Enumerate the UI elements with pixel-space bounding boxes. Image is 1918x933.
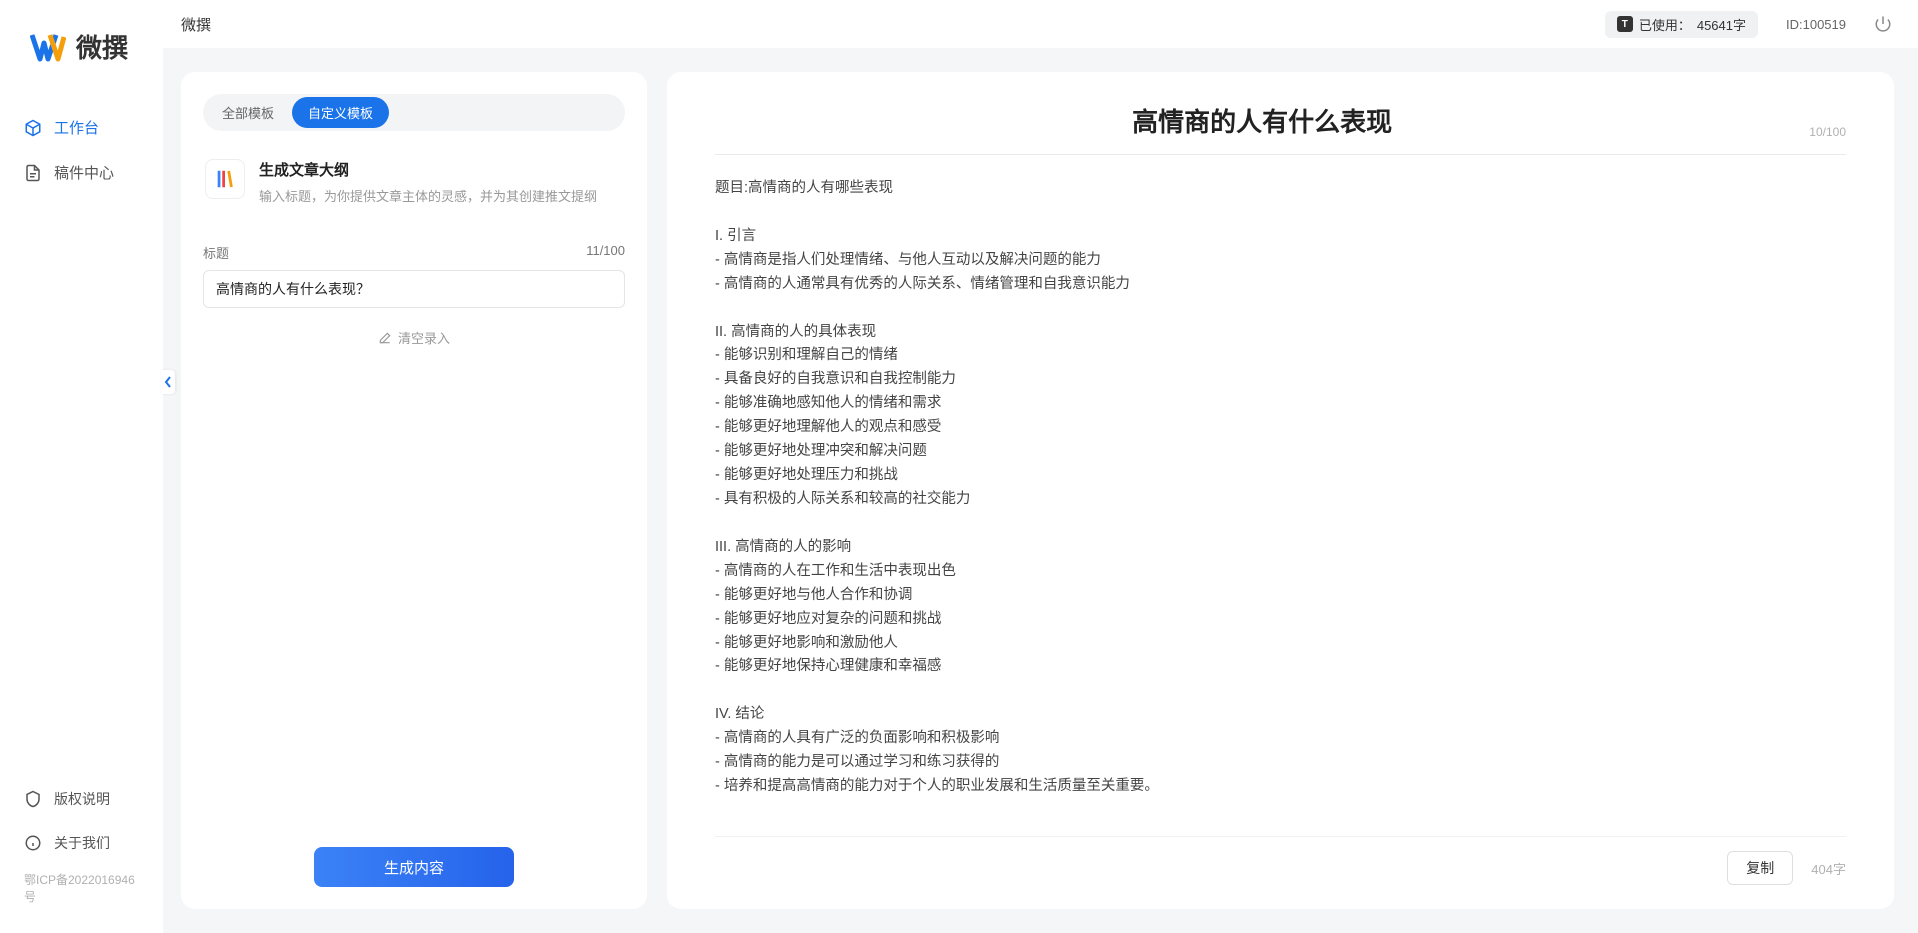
generate-footer: 生成内容 <box>203 827 625 887</box>
title-input[interactable] <box>203 270 625 308</box>
books-icon <box>214 168 236 190</box>
topbar-right: T 已使用： 45641字 ID:100519 <box>1605 11 1892 38</box>
usage-prefix: 已使用： <box>1639 15 1691 34</box>
sidebar-nav: 工作台 稿件中心 <box>0 105 163 777</box>
clear-input-row[interactable]: 清空录入 <box>203 328 625 347</box>
logo: 微撰 <box>0 28 163 105</box>
main: 微撰 T 已使用： 45641字 ID:100519 全部模板 自定义模板 <box>163 0 1918 933</box>
sidebar-item-label: 关于我们 <box>54 833 110 853</box>
template-info: 生成文章大纲 输入标题，为你提供文章主体的灵感，并为其创建推文提纲 <box>259 159 623 205</box>
sidebar-item-label: 版权说明 <box>54 789 110 809</box>
icp-text: 鄂ICP备2022016946号 <box>0 865 163 915</box>
sidebar-item-label: 稿件中心 <box>54 162 114 183</box>
template-tabs: 全部模板 自定义模板 <box>203 94 625 131</box>
output-title[interactable]: 高情商的人有什么表现 <box>715 102 1809 153</box>
divider <box>715 154 1846 155</box>
logo-text: 微撰 <box>76 28 128 65</box>
title-field-label: 标题 <box>203 243 229 262</box>
sidebar-item-label: 工作台 <box>54 117 99 138</box>
cube-icon <box>24 119 42 137</box>
sidebar-item-about[interactable]: 关于我们 <box>0 821 163 865</box>
topbar-title: 微撰 <box>181 14 211 35</box>
title-field: 标题 11/100 <box>203 243 625 308</box>
power-icon[interactable] <box>1874 15 1892 33</box>
template-desc: 输入标题，为你提供文章主体的灵感，并为其创建推文提纲 <box>259 186 623 205</box>
text-icon: T <box>1617 16 1633 32</box>
left-panel: 全部模板 自定义模板 生成文章大纲 输入标题，为你提供文章主体的灵感，并为其创建… <box>181 72 647 909</box>
output-footer: 复制 404字 <box>715 836 1846 885</box>
sidebar-item-drafts[interactable]: 稿件中心 <box>0 150 163 195</box>
template-card: 生成文章大纲 输入标题，为你提供文章主体的灵感，并为其创建推文提纲 <box>203 151 625 225</box>
generate-button[interactable]: 生成内容 <box>314 847 514 887</box>
sidebar-item-copyright[interactable]: 版权说明 <box>0 777 163 821</box>
sidebar-item-workspace[interactable]: 工作台 <box>0 105 163 150</box>
sidebar-bottom: 版权说明 关于我们 鄂ICP备2022016946号 <box>0 777 163 933</box>
usage-badge[interactable]: T 已使用： 45641字 <box>1605 11 1758 38</box>
output-word-count: 404字 <box>1811 859 1846 878</box>
output-body[interactable]: 题目:高情商的人有哪些表现 I. 引言 - 高情商是指人们处理情绪、与他人互动以… <box>715 177 1846 836</box>
output-title-counter: 10/100 <box>1809 125 1846 153</box>
edit-icon <box>378 331 392 345</box>
sidebar: 微撰 工作台 稿件中心 版权说明 关于我们 鄂ICP备2022016946号 <box>0 0 163 933</box>
right-panel: 高情商的人有什么表现 10/100 题目:高情商的人有哪些表现 I. 引言 - … <box>667 72 1894 909</box>
tab-custom-templates[interactable]: 自定义模板 <box>292 97 389 128</box>
title-field-header: 标题 11/100 <box>203 243 625 262</box>
logo-icon <box>30 31 66 63</box>
copy-button[interactable]: 复制 <box>1727 851 1793 885</box>
shield-icon <box>24 790 42 808</box>
document-icon <box>24 164 42 182</box>
chevron-left-icon <box>164 376 172 388</box>
title-field-counter: 11/100 <box>586 243 625 262</box>
template-name: 生成文章大纲 <box>259 159 623 180</box>
collapse-handle[interactable] <box>161 370 175 394</box>
workspace: 全部模板 自定义模板 生成文章大纲 输入标题，为你提供文章主体的灵感，并为其创建… <box>163 48 1918 933</box>
info-icon <box>24 834 42 852</box>
output-title-row: 高情商的人有什么表现 10/100 <box>715 102 1846 154</box>
template-icon <box>205 159 245 199</box>
clear-input-label: 清空录入 <box>398 328 450 347</box>
topbar: 微撰 T 已使用： 45641字 ID:100519 <box>163 0 1918 48</box>
tab-all-templates[interactable]: 全部模板 <box>206 97 290 128</box>
user-id: ID:100519 <box>1786 17 1846 32</box>
usage-value: 45641字 <box>1697 15 1746 34</box>
